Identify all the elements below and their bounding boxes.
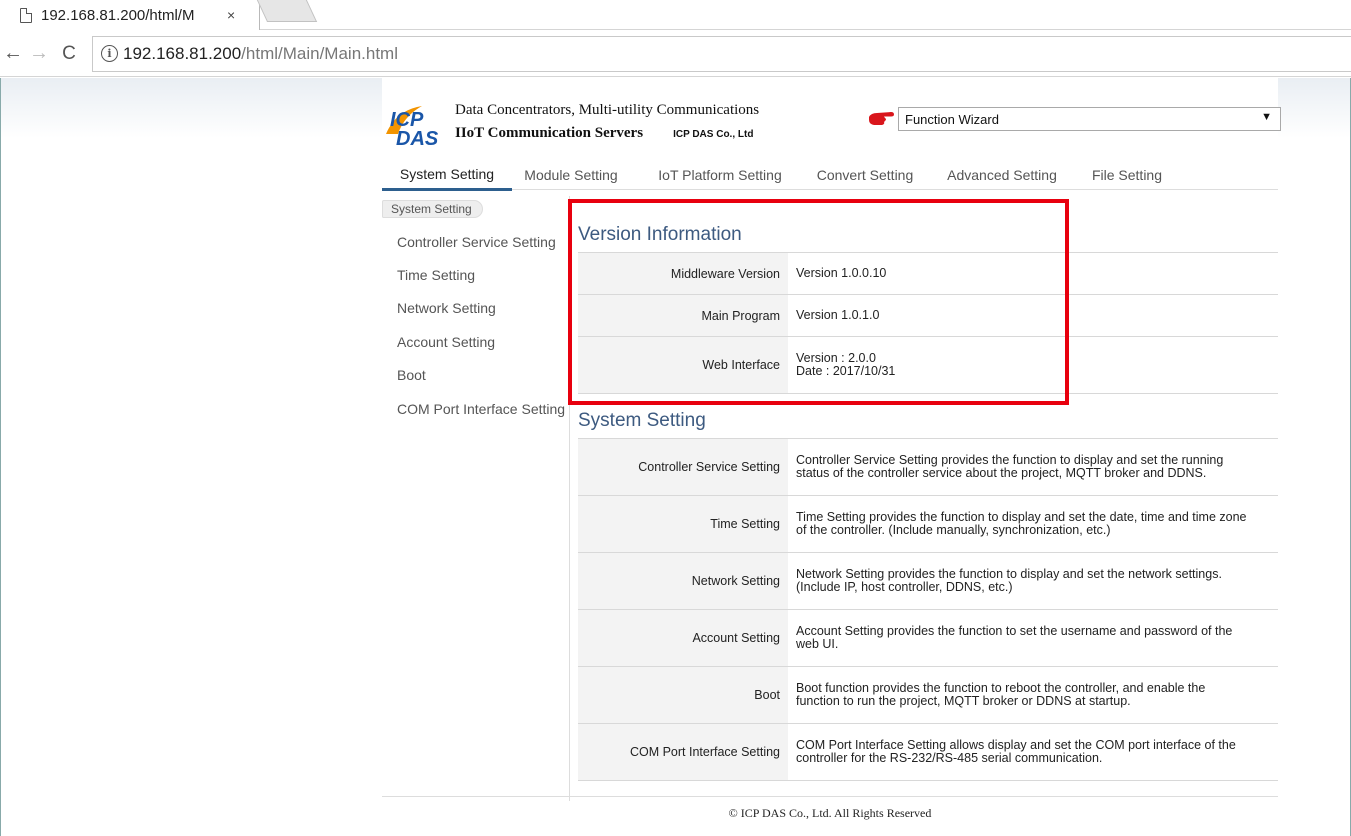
new-tab-button[interactable]: [256, 0, 318, 22]
row-value-line: status of the controller service about t…: [796, 466, 1207, 480]
company-name: ICP DAS Co., Ltd: [673, 129, 754, 140]
row-value-line: Date : 2017/10/31: [796, 364, 896, 378]
close-tab-icon[interactable]: ×: [227, 7, 235, 23]
tab-iot-platform-setting[interactable]: IoT Platform Setting: [646, 160, 794, 190]
sidebar-item-account[interactable]: Account Setting: [397, 334, 495, 350]
main-content: Version Information Middleware Version V…: [578, 222, 1278, 781]
tab-file-setting[interactable]: File Setting: [1082, 160, 1172, 190]
sidebar-item-com-port[interactable]: COM Port Interface Setting: [397, 401, 565, 417]
pointing-hand-icon: [869, 112, 894, 125]
header-title-text: IIoT Communication Servers: [455, 125, 644, 141]
row-label: Main Program: [578, 294, 788, 337]
version-info-table: Middleware Version Version 1.0.0.10 Main…: [578, 252, 1278, 394]
row-value: Version 1.0.0.10: [788, 252, 1278, 295]
table-row: Controller Service Setting Controller Se…: [578, 438, 1278, 496]
row-label: COM Port Interface Setting: [578, 723, 788, 781]
row-value: Controller Service Setting provides the …: [788, 438, 1278, 496]
row-value-line: Account Setting provides the function to…: [796, 624, 1233, 638]
breadcrumb[interactable]: System Setting: [382, 200, 483, 218]
header-title: IIoT Communication Servers ICP DAS Co., L…: [455, 125, 759, 142]
dropdown-arrow-icon: ▼: [1261, 111, 1272, 123]
row-value: Version : 2.0.0 Date : 2017/10/31: [788, 336, 1278, 394]
tab-convert-setting[interactable]: Convert Setting: [807, 160, 923, 190]
url-input[interactable]: i 192.168.81.200/html/Main/Main.html: [92, 35, 1351, 72]
row-value-line: function to run the project, MQTT broker…: [796, 694, 1131, 708]
tab-module-setting[interactable]: Module Setting: [518, 160, 624, 190]
table-row: COM Port Interface Setting COM Port Inte…: [578, 723, 1278, 781]
row-value: COM Port Interface Setting allows displa…: [788, 723, 1278, 781]
tab-advanced-setting[interactable]: Advanced Setting: [938, 160, 1066, 190]
row-label: Time Setting: [578, 495, 788, 553]
system-setting-table: Controller Service Setting Controller Se…: [578, 438, 1278, 781]
info-icon[interactable]: i: [101, 45, 118, 62]
sidebar-item-network[interactable]: Network Setting: [397, 300, 496, 316]
version-info-title: Version Information: [578, 224, 742, 245]
system-setting-title: System Setting: [578, 410, 706, 431]
table-row: Web Interface Version : 2.0.0 Date : 2017…: [578, 336, 1278, 394]
row-value-line: web UI.: [796, 637, 839, 651]
tab-system-setting[interactable]: System Setting: [382, 160, 512, 191]
svg-text:DAS: DAS: [396, 128, 439, 148]
table-row: Time Setting Time Setting provides the f…: [578, 495, 1278, 553]
browser-tab-bar: 192.168.81.200/html/M ×: [0, 0, 1351, 30]
document-icon: [20, 7, 32, 23]
row-value-line: (Include IP, host controller, DDNS, etc.…: [796, 580, 1013, 594]
address-bar: ← → C i 192.168.81.200/html/Main/Main.ht…: [0, 31, 1351, 77]
icpdas-logo: ICP DAS: [386, 106, 439, 148]
row-label: Account Setting: [578, 609, 788, 667]
table-row: Boot Boot function provides the function…: [578, 666, 1278, 724]
back-arrow-icon[interactable]: ←: [0, 42, 26, 65]
row-label: Middleware Version: [578, 252, 788, 295]
row-value-line: of the controller. (Include manually, sy…: [796, 523, 1111, 537]
function-wizard-select[interactable]: Function Wizard ▼: [898, 107, 1281, 131]
table-row: Main Program Version 1.0.1.0: [578, 294, 1278, 337]
sidebar-item-boot[interactable]: Boot: [397, 367, 426, 383]
row-value: Network Setting provides the function to…: [788, 552, 1278, 610]
tab-title: 192.168.81.200/html/M: [41, 6, 195, 24]
row-label: Boot: [578, 666, 788, 724]
url-path: /html/Main/Main.html: [241, 43, 398, 63]
sidebar-item-controller-service[interactable]: Controller Service Setting: [397, 234, 556, 250]
row-label: Network Setting: [578, 552, 788, 610]
main-nav: System Setting Module Setting IoT Platfo…: [382, 160, 1278, 191]
table-row: Middleware Version Version 1.0.0.10: [578, 252, 1278, 295]
row-value: Time Setting provides the function to di…: [788, 495, 1278, 553]
row-value: Boot function provides the function to r…: [788, 666, 1278, 724]
row-label: Controller Service Setting: [578, 438, 788, 496]
footer-copyright: © ICP DAS Co., Ltd. All Rights Reserved: [382, 796, 1278, 821]
browser-tab[interactable]: 192.168.81.200/html/M ×: [0, 0, 260, 30]
page-background: ICP DAS Data Concentrators, Multi-utilit…: [0, 78, 1351, 836]
row-value: Version 1.0.1.0: [788, 294, 1278, 337]
table-row: Network Setting Network Setting provides…: [578, 552, 1278, 610]
url-host: 192.168.81.200: [123, 43, 242, 63]
row-value-line: controller for the RS-232/RS-485 serial …: [796, 751, 1103, 765]
header-text: Data Concentrators, Multi-utility Commun…: [455, 102, 759, 142]
sidebar-item-time[interactable]: Time Setting: [397, 267, 475, 283]
header-subtitle: Data Concentrators, Multi-utility Commun…: [455, 102, 760, 118]
function-wizard-value: Function Wizard: [905, 111, 999, 127]
page-container: ICP DAS Data Concentrators, Multi-utilit…: [382, 78, 1281, 836]
sidebar: System Setting Controller Service Settin…: [382, 196, 570, 801]
row-label: Web Interface: [578, 336, 788, 394]
row-value: Account Setting provides the function to…: [788, 609, 1278, 667]
forward-arrow-icon[interactable]: →: [26, 42, 52, 65]
table-row: Account Setting Account Setting provides…: [578, 609, 1278, 667]
reload-icon[interactable]: C: [56, 43, 82, 65]
